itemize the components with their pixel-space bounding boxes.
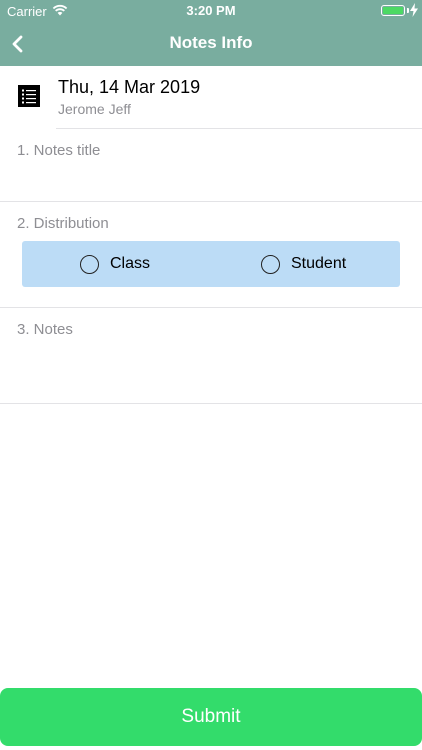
- note-author: Jerome Jeff: [58, 101, 131, 117]
- battery-icon: [381, 5, 405, 16]
- status-bar: Carrier 3:20 PM: [0, 0, 422, 22]
- divider: [0, 307, 422, 308]
- distribution-options: Class Student: [22, 241, 400, 287]
- radio-student[interactable]: Student: [261, 241, 381, 287]
- notes-label: 3. Notes: [17, 321, 73, 338]
- radio-circle-icon[interactable]: [80, 255, 99, 274]
- distribution-label: 2. Distribution: [17, 215, 109, 232]
- divider: [0, 403, 422, 404]
- notes-title-input[interactable]: [17, 166, 407, 196]
- radio-circle-icon[interactable]: [261, 255, 280, 274]
- submit-button[interactable]: Submit: [0, 688, 422, 746]
- page-title: Notes Info: [169, 33, 253, 52]
- notes-textarea[interactable]: [17, 345, 407, 397]
- note-date: Thu, 14 Mar 2019: [58, 77, 201, 97]
- notes-header: Thu, 14 Mar 2019 Jerome Jeff: [0, 66, 422, 128]
- radio-student-label: Student: [291, 255, 347, 272]
- radio-class[interactable]: Class: [80, 241, 200, 287]
- top-bar: Carrier 3:20 PM Notes Info: [0, 0, 422, 66]
- status-time: 3:20 PM: [186, 3, 236, 18]
- list-icon: [18, 85, 40, 107]
- charging-bolt-icon: [410, 3, 418, 17]
- notes-title-label: 1. Notes title: [17, 142, 101, 159]
- notes-info-screen: Carrier 3:20 PM Notes Info Thu, 14 Mar 2…: [0, 0, 422, 750]
- radio-class-label: Class: [110, 255, 151, 272]
- divider: [56, 128, 422, 129]
- navigation-bar: Notes Info: [0, 22, 422, 66]
- battery-tip: [407, 8, 409, 13]
- divider: [0, 201, 422, 202]
